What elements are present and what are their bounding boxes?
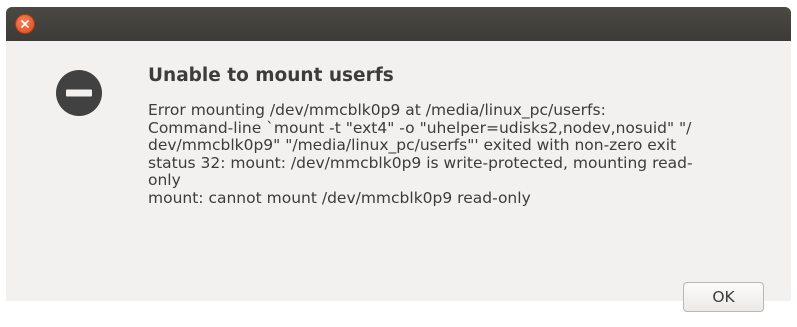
message-line: status 32: mount: /dev/mmcblk0p9 is writ…	[148, 153, 693, 172]
message-line: Error mounting /dev/mmcblk0p9 at /media/…	[148, 101, 606, 119]
dialog-title: Unable to mount userfs	[148, 65, 394, 86]
close-button[interactable]	[16, 15, 34, 33]
error-message: Error mounting /dev/mmcblk0p9 at /media/…	[148, 101, 778, 208]
screen: Unable to mount userfs Error mounting /d…	[0, 0, 797, 327]
message-line: Command-line `mount -t "ext4" -o "uhelpe…	[148, 118, 692, 137]
ok-button-label: OK	[712, 288, 735, 306]
window-titlebar[interactable]	[6, 7, 791, 41]
error-icon	[56, 70, 102, 116]
message-line: mount: cannot mount /dev/mmcblk0p9 read-…	[148, 188, 531, 207]
error-dialog: Unable to mount userfs Error mounting /d…	[6, 41, 791, 312]
message-line: dev/mmcblk0p9" "/media/linux_pc/userfs"'…	[148, 136, 677, 155]
close-icon	[21, 20, 29, 28]
ok-button[interactable]: OK	[683, 282, 764, 312]
desktop-background	[0, 0, 797, 7]
message-line: only	[148, 171, 181, 190]
